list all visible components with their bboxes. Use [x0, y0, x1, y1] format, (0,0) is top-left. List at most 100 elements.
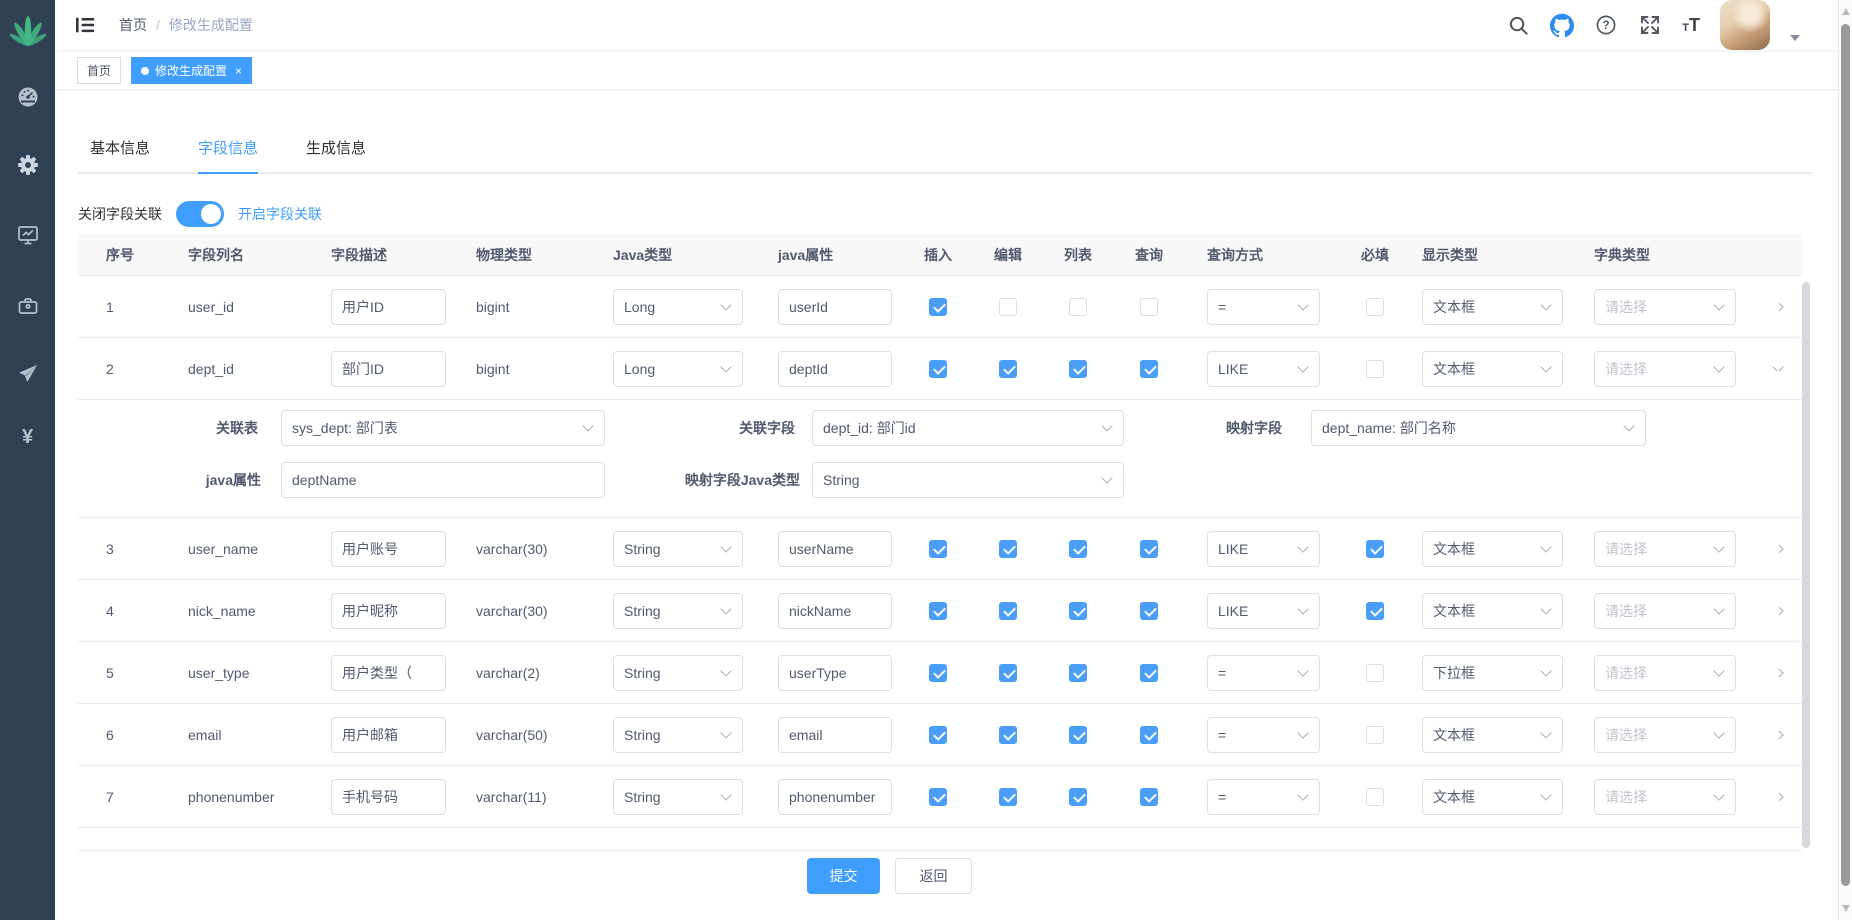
- scroll-down-arrow-icon[interactable]: [1842, 905, 1850, 912]
- java-field-input[interactable]: [778, 655, 892, 691]
- query-type-select[interactable]: LIKE: [1207, 531, 1320, 567]
- sidebar-item-monitor[interactable]: [0, 213, 55, 257]
- java-field-input[interactable]: [778, 351, 892, 387]
- query-type-select[interactable]: =: [1207, 779, 1320, 815]
- sidebar-item-website[interactable]: [0, 352, 55, 396]
- list-checkbox[interactable]: [1069, 602, 1087, 620]
- table-scrollbar-thumb[interactable]: [1802, 282, 1810, 848]
- dict-type-select[interactable]: 请选择: [1594, 351, 1736, 387]
- list-checkbox[interactable]: [1069, 298, 1087, 316]
- submit-button[interactable]: 提交: [807, 858, 880, 894]
- collapse-row-icon[interactable]: [1772, 366, 1783, 371]
- sidebar-item-tool[interactable]: [0, 284, 55, 328]
- query-type-select[interactable]: LIKE: [1207, 351, 1320, 387]
- query-type-select[interactable]: =: [1207, 717, 1320, 753]
- insert-checkbox[interactable]: [929, 788, 947, 806]
- edit-checkbox[interactable]: [999, 298, 1017, 316]
- related-table-select[interactable]: sys_dept: 部门表: [281, 410, 605, 446]
- insert-checkbox[interactable]: [929, 360, 947, 378]
- back-button[interactable]: 返回: [895, 858, 972, 894]
- java-type-select[interactable]: Long: [613, 289, 743, 325]
- field-description-input[interactable]: [331, 655, 446, 691]
- tag-close-icon[interactable]: ×: [235, 64, 242, 78]
- java-type-select[interactable]: String: [613, 531, 743, 567]
- insert-checkbox[interactable]: [929, 726, 947, 744]
- query-checkbox[interactable]: [1140, 664, 1158, 682]
- sidebar-item-dashboard[interactable]: [0, 75, 55, 119]
- display-type-select[interactable]: 文本框: [1422, 351, 1563, 387]
- required-checkbox[interactable]: [1366, 788, 1384, 806]
- edit-checkbox[interactable]: [999, 360, 1017, 378]
- java-field-input[interactable]: [778, 779, 892, 815]
- required-checkbox[interactable]: [1366, 298, 1384, 316]
- java-type-select[interactable]: Long: [613, 351, 743, 387]
- dict-type-select[interactable]: 请选择: [1594, 289, 1736, 325]
- display-type-select[interactable]: 下拉框: [1422, 655, 1563, 691]
- query-type-select[interactable]: =: [1207, 655, 1320, 691]
- insert-checkbox[interactable]: [929, 298, 947, 316]
- list-checkbox[interactable]: [1069, 726, 1087, 744]
- expand-row-icon[interactable]: [1772, 545, 1783, 553]
- tag-home[interactable]: 首页: [77, 57, 121, 84]
- expand-row-icon[interactable]: [1772, 731, 1783, 739]
- field-description-input[interactable]: [331, 351, 446, 387]
- edit-checkbox[interactable]: [999, 602, 1017, 620]
- required-checkbox[interactable]: [1366, 540, 1384, 558]
- field-description-input[interactable]: [331, 289, 446, 325]
- required-checkbox[interactable]: [1366, 726, 1384, 744]
- query-checkbox[interactable]: [1140, 540, 1158, 558]
- list-checkbox[interactable]: [1069, 664, 1087, 682]
- related-field-select[interactable]: dept_id: 部门id: [812, 410, 1124, 446]
- java-field-input[interactable]: [778, 531, 892, 567]
- display-type-select[interactable]: 文本框: [1422, 779, 1563, 815]
- edit-checkbox[interactable]: [999, 540, 1017, 558]
- breadcrumb-home[interactable]: 首页: [119, 15, 147, 35]
- sidebar-item-pay[interactable]: ¥: [0, 415, 55, 459]
- java-type-select[interactable]: String: [613, 717, 743, 753]
- java-field-input[interactable]: [778, 593, 892, 629]
- tab-gen-info[interactable]: 生成信息: [306, 137, 366, 174]
- display-type-select[interactable]: 文本框: [1422, 531, 1563, 567]
- insert-checkbox[interactable]: [929, 602, 947, 620]
- app-logo[interactable]: [0, 8, 55, 52]
- dict-type-select[interactable]: 请选择: [1594, 531, 1736, 567]
- mapped-field-select[interactable]: dept_name: 部门名称: [1311, 410, 1646, 446]
- edit-checkbox[interactable]: [999, 788, 1017, 806]
- list-checkbox[interactable]: [1069, 540, 1087, 558]
- java-type-select[interactable]: String: [613, 593, 743, 629]
- github-icon[interactable]: [1550, 13, 1574, 37]
- sidebar-item-system[interactable]: [0, 143, 55, 187]
- insert-checkbox[interactable]: [929, 540, 947, 558]
- list-checkbox[interactable]: [1069, 360, 1087, 378]
- dict-type-select[interactable]: 请选择: [1594, 779, 1736, 815]
- fullscreen-icon[interactable]: [1638, 13, 1662, 37]
- edit-checkbox[interactable]: [999, 664, 1017, 682]
- expand-row-icon[interactable]: [1772, 607, 1783, 615]
- field-description-input[interactable]: [331, 531, 446, 567]
- required-checkbox[interactable]: [1366, 602, 1384, 620]
- java-type-select[interactable]: String: [613, 655, 743, 691]
- page-scrollbar[interactable]: [1838, 0, 1852, 920]
- field-relation-switch[interactable]: [176, 201, 224, 227]
- tag-active-page[interactable]: 修改生成配置 ×: [131, 57, 252, 84]
- display-type-select[interactable]: 文本框: [1422, 717, 1563, 753]
- edit-checkbox[interactable]: [999, 726, 1017, 744]
- query-checkbox[interactable]: [1140, 788, 1158, 806]
- search-icon[interactable]: [1506, 13, 1530, 37]
- avatar[interactable]: [1720, 0, 1770, 50]
- scroll-up-arrow-icon[interactable]: [1842, 8, 1850, 15]
- chevron-down-icon[interactable]: [1790, 35, 1800, 41]
- expand-row-icon[interactable]: [1772, 793, 1783, 801]
- required-checkbox[interactable]: [1366, 360, 1384, 378]
- query-checkbox[interactable]: [1140, 298, 1158, 316]
- java-field-input[interactable]: [778, 717, 892, 753]
- display-type-select[interactable]: 文本框: [1422, 289, 1563, 325]
- tab-field-info[interactable]: 字段信息: [198, 137, 258, 174]
- required-checkbox[interactable]: [1366, 664, 1384, 682]
- query-type-select[interactable]: LIKE: [1207, 593, 1320, 629]
- query-checkbox[interactable]: [1140, 360, 1158, 378]
- mapped-java-type-select[interactable]: String: [812, 462, 1124, 498]
- font-size-icon[interactable]: TT: [1682, 15, 1700, 36]
- query-checkbox[interactable]: [1140, 602, 1158, 620]
- help-icon[interactable]: ?: [1594, 13, 1618, 37]
